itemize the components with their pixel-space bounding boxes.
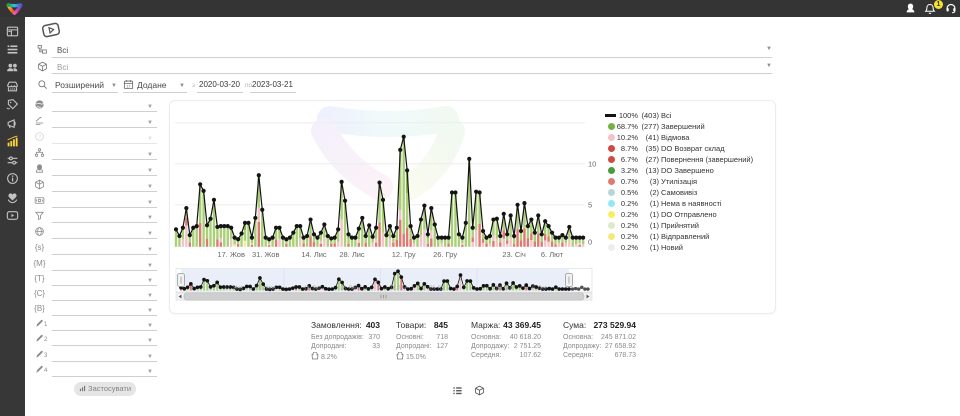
svg-text:28. Лис: 28. Лис <box>340 286 357 292</box>
svg-text:12. Гру: 12. Гру <box>390 286 406 292</box>
svg-text:17. Жов: 17. Жов <box>217 250 245 259</box>
svg-text:0: 0 <box>588 238 592 247</box>
svg-text:5: 5 <box>588 200 592 209</box>
svg-text:31. Жов: 31. Жов <box>257 286 276 292</box>
svg-text:31. Жов: 31. Жов <box>252 250 280 259</box>
svg-text:10: 10 <box>588 159 596 168</box>
svg-text:23. Січ: 23. Січ <box>495 286 511 292</box>
svg-text:28. Лис: 28. Лис <box>339 250 365 259</box>
svg-text:6. Лют: 6. Лют <box>532 286 547 292</box>
svg-text:26. Гру: 26. Гру <box>433 250 457 259</box>
svg-text:12. Гру: 12. Гру <box>392 250 416 259</box>
svg-text:6. Лют: 6. Лют <box>541 250 564 259</box>
svg-text:17. Жов: 17. Жов <box>224 286 243 292</box>
svg-text:26. Гру: 26. Гру <box>430 286 446 292</box>
svg-text:14. Лис: 14. Лис <box>301 250 327 259</box>
svg-text:14. Лис: 14. Лис <box>304 286 321 292</box>
svg-text:23. Січ: 23. Січ <box>502 250 526 259</box>
